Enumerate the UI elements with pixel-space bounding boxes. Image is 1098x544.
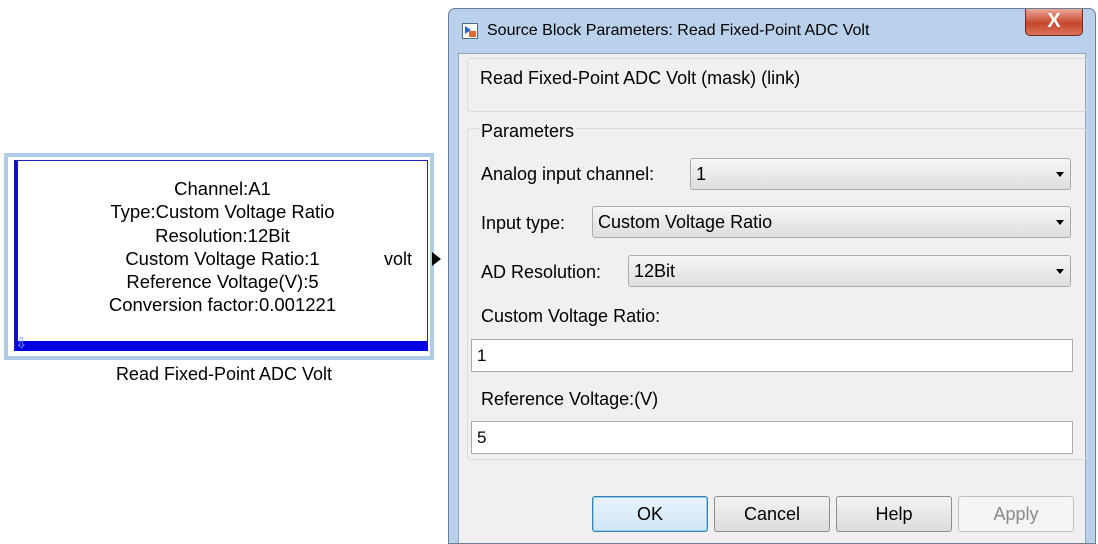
block-line-resolution: Resolution:12Bit (155, 224, 290, 246)
ad-resolution-select[interactable]: 12Bit (628, 255, 1071, 287)
input-type-select[interactable]: Custom Voltage Ratio (592, 206, 1071, 238)
block-selection-frame[interactable]: Channel:A1 Type:Custom Voltage Ratio Res… (4, 153, 434, 360)
output-port-label: volt (384, 249, 413, 269)
close-button[interactable]: X (1025, 9, 1083, 36)
block-line-reference-voltage: Reference Voltage(V):5 (126, 271, 319, 293)
dialog-client-area: Read Fixed-Point ADC Volt (mask) (link) … (458, 53, 1087, 543)
apply-button[interactable]: Apply (958, 496, 1074, 532)
block-line-channel: Channel:A1 (174, 178, 271, 199)
reference-voltage-label: Reference Voltage:(V) (481, 389, 659, 409)
read-fixed-point-adc-volt-block[interactable]: Channel:A1 Type:Custom Voltage Ratio Res… (14, 160, 428, 351)
chevron-down-icon (1056, 172, 1064, 177)
input-type-label: Input type: (481, 213, 566, 233)
block-info-text: Channel:A1 Type:Custom Voltage Ratio Res… (18, 177, 427, 317)
analog-input-channel-label: Analog input channel: (481, 164, 655, 184)
simulink-app-icon (462, 23, 478, 39)
chevron-down-icon (1056, 269, 1064, 274)
block-line-conversion-factor: Conversion factor:0.001221 (108, 294, 337, 316)
ad-resolution-label: AD Resolution: (481, 262, 602, 282)
input-type-value: Custom Voltage Ratio (598, 212, 773, 232)
mask-description-box: Read Fixed-Point ADC Volt (mask) (link) (467, 58, 1087, 112)
output-port-arrow-icon[interactable] (432, 252, 441, 266)
help-button[interactable]: Help (836, 496, 952, 532)
analog-input-channel-select[interactable]: 1 (690, 158, 1071, 190)
analog-input-channel-value: 1 (696, 164, 707, 184)
custom-voltage-ratio-label: Custom Voltage Ratio: (481, 306, 661, 326)
block-caption[interactable]: Read Fixed-Point ADC Volt (0, 364, 448, 385)
ad-resolution-value: 12Bit (634, 261, 676, 281)
ok-button[interactable]: OK (592, 496, 708, 532)
mask-description: Read Fixed-Point ADC Volt (mask) (link) (480, 68, 801, 88)
dialog-titlebar[interactable]: Source Block Parameters: Read Fixed-Poin… (449, 9, 1095, 55)
chevron-down-icon (1056, 220, 1064, 225)
block-line-custom-voltage-ratio: Custom Voltage Ratio:1 (125, 247, 320, 269)
block-line-type: Type:Custom Voltage Ratio (110, 201, 335, 223)
block-parameters-dialog: Source Block Parameters: Read Fixed-Poin… (448, 8, 1096, 544)
parameters-group-title: Parameters (479, 121, 577, 142)
dialog-title: Source Block Parameters: Read Fixed-Poin… (487, 22, 870, 39)
down-arrow-icon: ⇩ (15, 335, 28, 352)
cancel-button[interactable]: Cancel (714, 496, 830, 532)
reference-voltage-field[interactable]: 5 (471, 421, 1073, 454)
custom-voltage-ratio-field[interactable]: 1 (471, 339, 1073, 372)
